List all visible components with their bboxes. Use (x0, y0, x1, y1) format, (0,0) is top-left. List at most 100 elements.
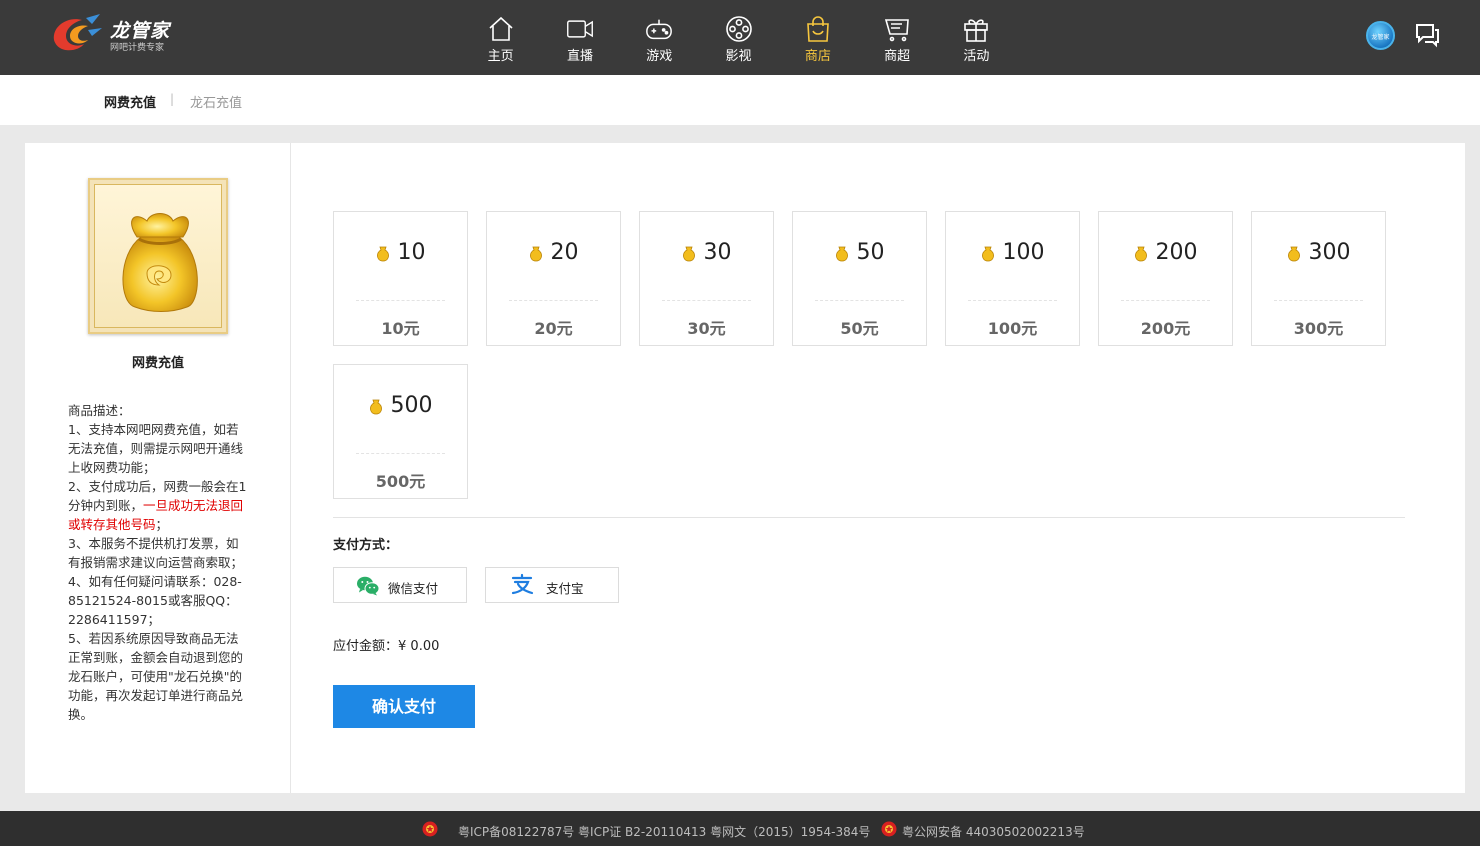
nav-label: 活动 (963, 49, 990, 64)
tab-separator: | (170, 92, 175, 106)
avatar-text: 龙管家 (1371, 34, 1390, 41)
description-line-1: 1、支持本网吧网费充值，如若无法充值，则需提示网吧开通线上收网费功能； (68, 422, 244, 475)
coin-bag-icon (529, 246, 542, 261)
amount-card-10[interactable]: 10 10元 (333, 211, 468, 346)
nav-item-movies[interactable]: 影视 (699, 0, 778, 75)
shopping-bag-icon (806, 16, 829, 42)
amount-card-300[interactable]: 300 300元 (1251, 211, 1386, 346)
nav-item-mall[interactable]: 商超 (857, 0, 936, 75)
amount-due-value: ¥ 0.00 (398, 639, 440, 654)
sub-tabs: 网费充值 | 龙石充值 (0, 75, 1480, 125)
coin-bag-icon (369, 399, 382, 414)
amount-price: 300元 (1293, 319, 1344, 338)
amount-card-500[interactable]: 500 500元 (333, 364, 468, 499)
police-badge-icon (881, 821, 897, 837)
card-divider (1121, 300, 1210, 301)
amount-value: 100 (1002, 240, 1045, 265)
amount-card-50[interactable]: 50 50元 (792, 211, 927, 346)
nav-item-shop[interactable]: 商店 (778, 0, 857, 75)
description-title: 商品描述： (68, 403, 131, 418)
nav-label: 直播 (566, 49, 593, 64)
money-bag-icon (122, 213, 198, 312)
amount-due-label: 应付金额： (333, 639, 399, 654)
card-divider (662, 300, 751, 301)
tab-net-fee-recharge[interactable]: 网费充值 (104, 92, 156, 111)
amount-card-100[interactable]: 100 100元 (945, 211, 1080, 346)
video-camera-icon (566, 20, 593, 38)
amount-card-200[interactable]: 200 200元 (1098, 211, 1233, 346)
alipay-button[interactable]: 支付宝 (485, 567, 619, 603)
amount-value-row: 300 (1252, 240, 1385, 265)
nav-item-home[interactable]: 主页 (461, 0, 540, 75)
message-icon[interactable] (1414, 22, 1440, 48)
footer: 粤ICP备08122787号 粤ICP证 B2-20110413 粤网文（201… (0, 811, 1480, 846)
description-line-2-end: ； (155, 517, 169, 532)
icp-license-text: 粤ICP备08122787号 粤ICP证 B2-20110413 粤网文（201… (458, 825, 871, 839)
amount-price: 200元 (1140, 319, 1191, 338)
description-line-2: 2、支付成功后，网费一般会在1分钟内到账，一旦成功无法退回或转存其他号码； (68, 477, 250, 534)
nav-item-games[interactable]: 游戏 (620, 0, 699, 75)
amount-value: 500 (390, 393, 433, 418)
amount-value: 200 (1155, 240, 1198, 265)
description-line-3: 3、本服务不提供机打发票，如有报销需求建议向运营商索取； (68, 536, 244, 570)
main-panel: 网费充值 商品描述： 1、支持本网吧网费充值，如若无法充值，则需提示网吧开通线上… (25, 143, 1465, 793)
description-line-4: 4、如有任何疑问请联系：028-85121524-8015或客服QQ：22864… (68, 574, 242, 627)
card-divider (509, 300, 598, 301)
coin-bag-icon (376, 246, 389, 261)
product-description: 商品描述： 1、支持本网吧网费充值，如若无法充值，则需提示网吧开通线上收网费功能… (68, 401, 250, 724)
brand-name: 龙管家 (110, 20, 171, 42)
amount-price: 50元 (840, 319, 879, 338)
nav-item-events[interactable]: 活动 (937, 0, 1016, 75)
avatar[interactable]: 龙管家 (1366, 21, 1395, 50)
amount-price: 10元 (381, 319, 420, 338)
amount-price: 20元 (534, 319, 573, 338)
amount-card-20[interactable]: 20 20元 (486, 211, 621, 346)
wechat-icon (357, 576, 380, 596)
main-nav: 主页 直播 游戏 影视 商店 商超 活动 (461, 0, 1016, 75)
amount-value: 50 (856, 240, 885, 265)
amount-value-row: 500 (334, 393, 467, 418)
alipay-label: 支付宝 (546, 581, 584, 596)
card-divider (356, 453, 445, 454)
amount-price: 500元 (375, 472, 426, 491)
product-image-frame (94, 184, 222, 328)
tab-dragon-stone-recharge[interactable]: 龙石充值 (190, 92, 242, 111)
payment-method-title: 支付方式： (333, 538, 399, 553)
amount-value: 300 (1308, 240, 1351, 265)
amount-price: 30元 (687, 319, 726, 338)
amount-due: 应付金额：¥ 0.00 (333, 635, 439, 654)
nav-item-live[interactable]: 直播 (540, 0, 619, 75)
section-divider (333, 517, 1405, 518)
amount-value-row: 50 (793, 240, 926, 265)
public-security-record-text: 粤公网安备 44030502002213号 (902, 825, 1085, 839)
police-badge-icon (422, 821, 438, 837)
amount-value-row: 20 (487, 240, 620, 265)
amount-price: 100元 (987, 319, 1038, 338)
coin-bag-icon (1134, 246, 1147, 261)
amount-value: 30 (703, 240, 732, 265)
film-reel-icon (725, 16, 752, 42)
confirm-payment-button[interactable]: 确认支付 (333, 685, 475, 728)
coin-bag-icon (682, 246, 695, 261)
description-line-5: 5、若因系统原因导致商品无法正常到账，金额会自动退到您的龙石账户，可使用"龙石兑… (68, 631, 244, 722)
brand-slogan: 网吧计费专家 (110, 43, 165, 53)
coin-bag-icon (835, 246, 848, 261)
product-image (88, 178, 228, 334)
product-info: 网费充值 商品描述： 1、支持本网吧网费充值，如若无法充值，则需提示网吧开通线上… (25, 143, 291, 793)
nav-label: 影视 (725, 49, 752, 64)
amount-value-row: 100 (946, 240, 1079, 265)
card-divider (1274, 300, 1363, 301)
nav-label: 主页 (487, 49, 514, 64)
card-divider (356, 300, 445, 301)
amount-value: 10 (397, 240, 426, 265)
amount-card-30[interactable]: 30 30元 (639, 211, 774, 346)
amount-value-row: 30 (640, 240, 773, 265)
wechat-pay-label: 微信支付 (388, 581, 439, 596)
wechat-pay-button[interactable]: 微信支付 (333, 567, 467, 603)
nav-label: 商店 (804, 49, 831, 64)
card-divider (815, 300, 904, 301)
top-bar: 龙管家 网吧计费专家 主页 直播 游戏 影视 商店 商超 活动 龙管家 (0, 0, 1480, 75)
home-icon (489, 16, 513, 41)
logo[interactable]: 龙管家 网吧计费专家 (48, 10, 188, 58)
alipay-icon (511, 573, 534, 595)
